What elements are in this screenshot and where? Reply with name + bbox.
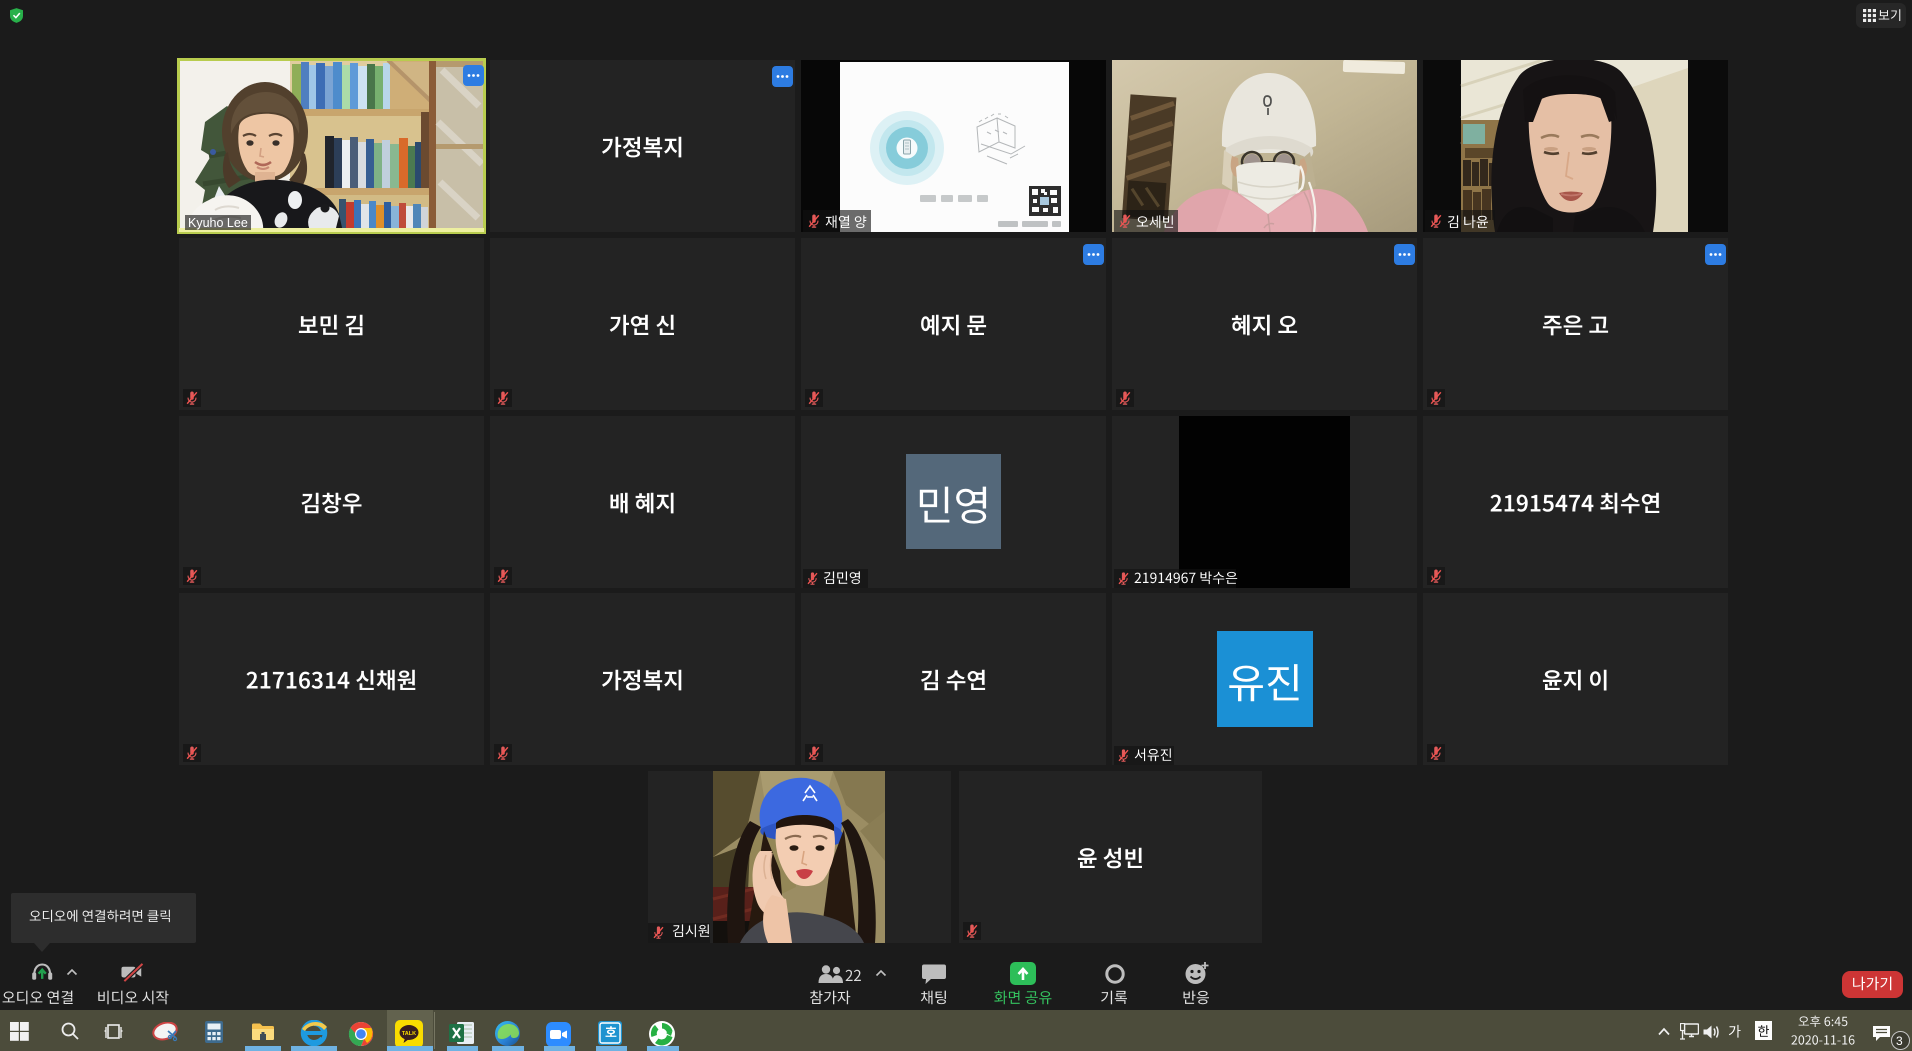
svg-text:TALK: TALK: [402, 1031, 416, 1037]
